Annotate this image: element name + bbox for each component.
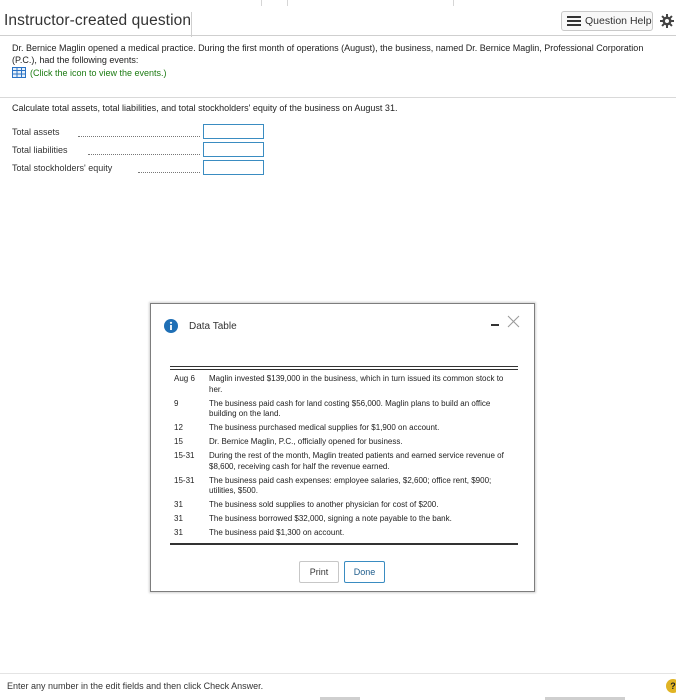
question-help-label: Question Help: [585, 15, 652, 27]
table-row: 15 Dr. Bernice Maglin, P.C., officially o…: [170, 437, 518, 448]
event-text: The business purchased medical supplies …: [209, 423, 440, 432]
event-text: The business paid cash for land costing …: [209, 398, 491, 419]
event-date: 31: [174, 500, 183, 509]
table-row: Aug 6 Maglin invested $139,000 in the bus…: [170, 374, 518, 395]
event-text: The business borrowed $32,000, signing a…: [209, 514, 452, 523]
event-date: 31: [174, 514, 183, 523]
event-date: 15-31: [174, 475, 195, 485]
dialog-title: Data Table: [189, 321, 237, 332]
total-liabilities-label: Total liabilities: [12, 145, 68, 155]
total-equity-input[interactable]: [203, 160, 264, 175]
table-row: 31 The business sold supplies to another …: [170, 500, 518, 511]
header-divider: [0, 35, 676, 36]
view-events-link[interactable]: (Click the icon to view the events.): [12, 67, 167, 78]
info-icon: [164, 319, 178, 333]
table-row: 15-31 The business paid cash expenses: em…: [170, 476, 518, 497]
event-text: The business sold supplies to another ph…: [209, 500, 439, 509]
problem-statement: Dr. Bernice Maglin opened a medical prac…: [12, 43, 644, 65]
event-date: 15-31: [174, 451, 195, 460]
event-text: The business paid $1,300 on account.: [209, 528, 345, 537]
table-icon: [12, 67, 26, 78]
page-title: Instructor-created question: [4, 12, 192, 29]
event-text: Maglin invested $139,000 in the business…: [209, 374, 504, 394]
event-date: 12: [174, 423, 183, 432]
total-liabilities-input[interactable]: [203, 142, 264, 157]
footer-divider: [0, 673, 676, 674]
event-text: During the rest of the month, Maglin tre…: [209, 451, 504, 471]
event-date: 31: [174, 528, 183, 537]
table-row: 31 The business paid $1,300 on account.: [170, 528, 518, 539]
table-row: 31 The business borrowed $32,000, signing…: [170, 514, 518, 525]
leader-dots: [78, 136, 200, 138]
leader-dots: [88, 154, 200, 156]
instruction-text: Calculate total assets, total liabilitie…: [12, 103, 398, 113]
list-icon: [567, 16, 581, 26]
total-assets-label: Total assets: [12, 127, 60, 137]
total-assets-input[interactable]: [203, 124, 264, 139]
events-table: Aug 6 Maglin invested $139,000 in the bus…: [170, 366, 518, 545]
close-icon[interactable]: [507, 315, 520, 328]
footer-instruction: Enter any number in the edit fields and …: [7, 681, 264, 691]
event-text: Dr. Bernice Maglin, P.C., officially ope…: [209, 437, 403, 446]
table-row: 15-31 During the rest of the month, Magli…: [170, 451, 518, 472]
event-date: 9: [174, 398, 179, 408]
event-text: The business paid cash expenses: employe…: [209, 475, 492, 496]
table-row: 12 The business purchased medical supplie…: [170, 423, 518, 434]
question-help-button[interactable]: Question Help: [561, 11, 653, 31]
done-button[interactable]: Done: [344, 561, 385, 583]
help-icon[interactable]: ?: [666, 679, 676, 693]
data-table-dialog: Data Table Aug 6 Maglin invested $139,000…: [150, 303, 535, 592]
print-button[interactable]: Print: [299, 561, 339, 583]
leader-dots: [138, 172, 200, 174]
table-row: 9 The business paid cash for land costing…: [170, 399, 518, 420]
title-divider: [191, 12, 192, 37]
event-date: Aug 6: [174, 374, 195, 383]
minimize-icon[interactable]: [491, 324, 499, 326]
total-equity-label: Total stockholders' equity: [12, 163, 113, 173]
event-date: 15: [174, 437, 183, 446]
section-divider: [0, 97, 676, 98]
view-events-label: (Click the icon to view the events.): [30, 67, 167, 78]
question-header: Instructor-created question Question Hel…: [0, 6, 676, 37]
gear-icon[interactable]: [660, 14, 674, 28]
